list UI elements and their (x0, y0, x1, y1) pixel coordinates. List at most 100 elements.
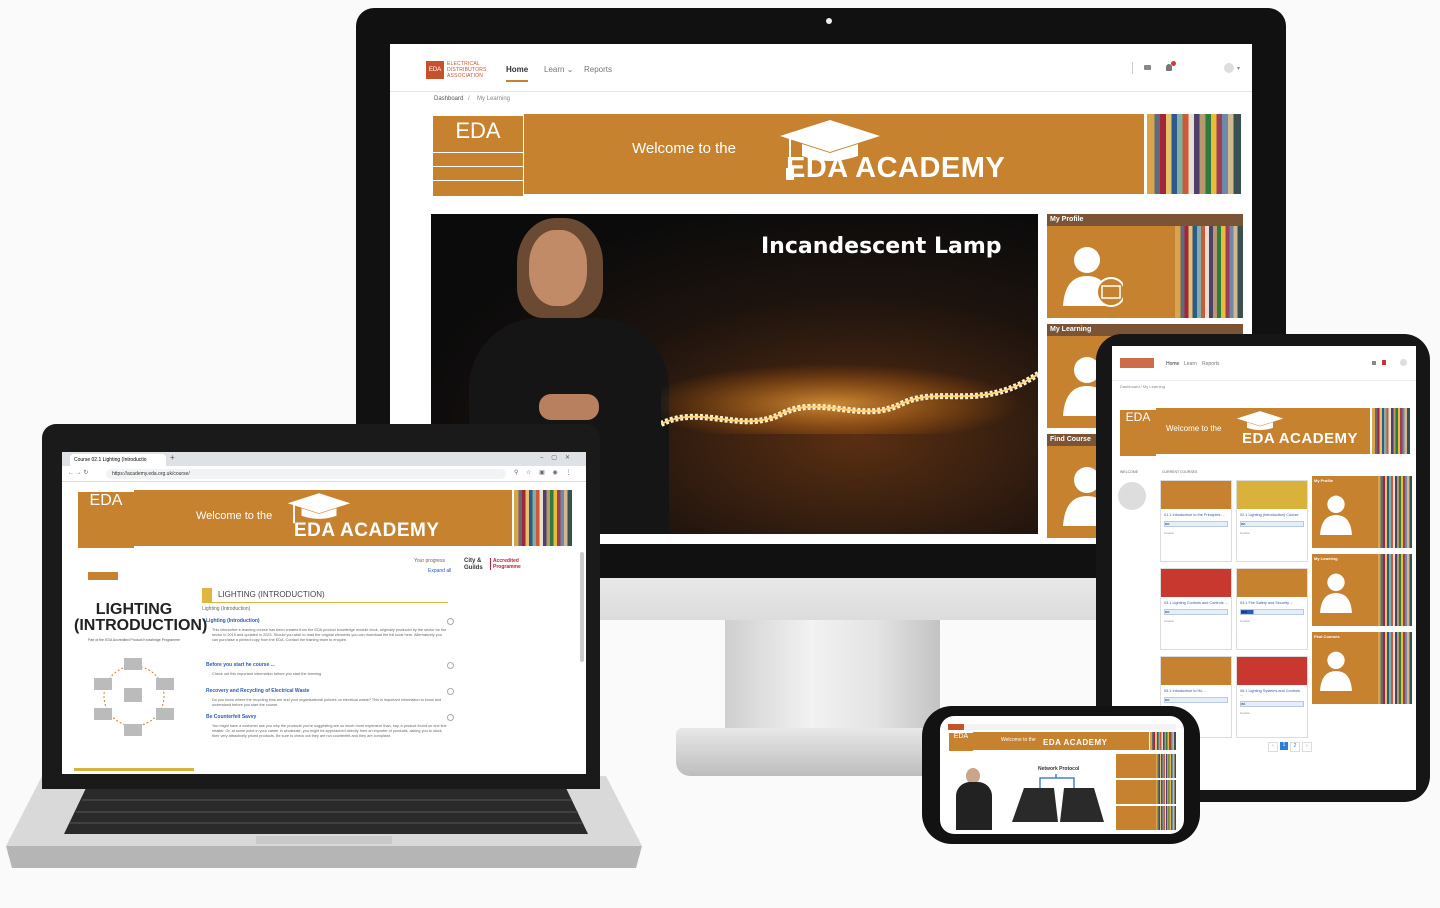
phone-banner-welcome: Welcome to the (1001, 737, 1036, 743)
nav-reports[interactable]: Reports (584, 65, 612, 74)
eda-logo[interactable]: EDA ELECTRICAL DISTRIBUTORS ASSOCIATION (426, 60, 492, 80)
phone-navbar (948, 724, 1176, 730)
profile-card-icon (1320, 495, 1352, 535)
progress-label: Your progress (414, 558, 445, 564)
activity-item[interactable]: Before you start he course ... Check out… (206, 662, 454, 688)
course-thumbnail (1237, 569, 1307, 597)
activity-item[interactable]: Be Counterfeit Savvy You might have a cu… (206, 714, 454, 754)
phone-tile[interactable] (1116, 806, 1176, 830)
notifications-icon[interactable] (1166, 61, 1176, 71)
tablet-navbar: Home Learn Reports (1112, 346, 1416, 381)
pagination-page[interactable]: 1 (1280, 742, 1288, 750)
tablet-breadcrumb: Dashboard / My Learning (1120, 384, 1165, 389)
activity-item[interactable]: Recovery and Recycling of Electrical Was… (206, 688, 454, 714)
lamp-filament-image (661, 364, 1038, 434)
tile-my-profile[interactable]: My Profile (1047, 214, 1243, 318)
page-scrollbar[interactable] (580, 552, 584, 662)
address-bar[interactable]: https://academy.eda.org.uk/course/ (106, 469, 506, 479)
window-controls-icon[interactable]: –▢✕ (540, 454, 578, 461)
tablet-tile-my-profile[interactable]: My Profile (1312, 476, 1412, 548)
new-tab-icon[interactable]: + (170, 453, 175, 462)
city-guilds-logo: City & Guilds (464, 558, 483, 571)
monitor-stand-neck (725, 618, 940, 736)
laptop-banner-eda-box: EDA (76, 490, 136, 550)
nav-home[interactable]: Home (506, 65, 529, 82)
phone-eda-logo[interactable] (948, 724, 964, 730)
completion-checkbox-icon[interactable] (447, 618, 454, 625)
course-page: Your progress Expand all City & Guilds A… (62, 552, 586, 774)
pagination-prev[interactable]: ‹ (1268, 742, 1278, 752)
laptop-banner-main: Welcome to the EDA ACADEMY (134, 490, 512, 546)
tablet-user-avatar-icon[interactable] (1400, 359, 1407, 366)
expand-all-link[interactable]: Expand all (428, 568, 451, 574)
tablet-tile-my-learning[interactable]: My Learning (1312, 554, 1412, 626)
course-book-cover: LIGHTING (INTRODUCTION) Part of the EDA A… (74, 572, 208, 772)
nav-learn[interactable]: Learn ⌄ (544, 65, 573, 74)
phone-tile[interactable] (1116, 754, 1176, 778)
browser-toolbar: ← → ↻ https://academy.eda.org.uk/course/… (62, 466, 586, 482)
book-title: LIGHTING (INTRODUCTION) (74, 601, 208, 634)
phone-banner-eda-box: EDA (948, 732, 974, 752)
accredited-programme-badge: Accredited Programme (490, 558, 529, 570)
laptop-screen: Course 02.1 Lighting (Introductio + –▢✕ … (62, 452, 586, 774)
banner-main: Welcome to the EDA ACADEMY (524, 114, 1144, 194)
activity-item[interactable]: Lighting (Introduction) This interactive… (206, 618, 454, 662)
section-marker (202, 588, 212, 602)
tablet-nav-reports[interactable]: Reports (1202, 361, 1220, 367)
breadcrumb-dashboard[interactable]: Dashboard (434, 96, 463, 102)
course-card[interactable]: 06.1 Lighting Systems and Controls ... 0… (1236, 656, 1308, 738)
messages-icon[interactable] (1144, 65, 1151, 70)
phone-video-title: Network Protocol (1038, 766, 1080, 772)
tile-my-profile-label: My Profile (1047, 214, 1243, 226)
tablet-notifications-icon[interactable] (1382, 360, 1386, 365)
logo-text: ELECTRICAL DISTRIBUTORS ASSOCIATION (447, 61, 487, 79)
phone-tile[interactable] (1116, 780, 1176, 804)
tablet-nav-learn[interactable]: Learn (1184, 361, 1197, 367)
phone-banner-academy: EDA ACADEMY (1043, 738, 1108, 747)
pagination-next[interactable]: › (1302, 742, 1312, 752)
activity-list: Lighting (Introduction) This interactive… (206, 618, 454, 754)
completion-checkbox-icon[interactable] (447, 714, 454, 721)
tablet-current-courses-heading: CURRENT COURSES (1162, 470, 1198, 474)
back-forward-reload-icon[interactable]: ← → ↻ (68, 469, 88, 476)
laptop-banner-welcome: Welcome to the (196, 510, 273, 522)
presenter-head (529, 230, 587, 306)
academy-banner: EDA Welcome to the EDA ACADEMY (431, 114, 1241, 198)
browser-extension-icons[interactable]: ⚲ ☆ ▣ ◉ ⋮ (514, 469, 574, 476)
laptop-academy-banner: EDA Welcome to the EDA ACADEMY (76, 490, 572, 550)
course-thumbnail (1161, 569, 1231, 597)
completion-checkbox-icon[interactable] (447, 662, 454, 669)
user-avatar-icon[interactable] (1224, 63, 1234, 73)
banner-eda-box: EDA (431, 114, 525, 198)
phone-screen: EDA Welcome to the EDA ACADEMY Network P… (940, 716, 1184, 834)
course-card[interactable]: 02.1 Lighting (Introduction) Course 0% C… (1236, 480, 1308, 562)
course-progress-bar: 0% (1164, 609, 1228, 615)
tablet-nav-home[interactable]: Home (1166, 361, 1179, 367)
tablet-welcome-heading: WELCOME (1120, 470, 1139, 474)
laptop-banner-stripes (514, 490, 572, 546)
phone-video-player[interactable]: Network Protocol (948, 754, 1114, 830)
completion-checkbox-icon[interactable] (447, 688, 454, 695)
course-card[interactable]: 03.1 Lighting Controls and Controls ... … (1160, 568, 1232, 650)
tablet-academy-banner: EDA Welcome to the EDA ACADEMY (1118, 408, 1410, 458)
tablet-tile-find-courses[interactable]: Find Courses (1312, 632, 1412, 704)
course-card[interactable]: 04.1 Fire Safety and Security ... 20% Co… (1236, 568, 1308, 650)
tablet-messages-icon[interactable] (1372, 361, 1376, 365)
banner-academy: EDA ACADEMY (786, 152, 1006, 184)
course-progress-bar: 0% (1240, 701, 1304, 707)
browser-tab-strip: Course 02.1 Lighting (Introductio + –▢✕ (62, 452, 586, 466)
network-diagram-image (1012, 774, 1104, 822)
tablet-banner-academy: EDA ACADEMY (1242, 430, 1359, 447)
browser-tab[interactable]: Course 02.1 Lighting (Introductio (70, 454, 166, 466)
user-menu-chevron-icon[interactable]: ▾ (1237, 65, 1240, 72)
webcam-icon (826, 18, 832, 24)
banner-stripes (1147, 114, 1241, 194)
pagination-page[interactable]: 2 (1290, 742, 1300, 752)
presenter-hands (539, 394, 599, 420)
course-thumbnail (1237, 657, 1307, 685)
tablet-eda-logo[interactable] (1120, 358, 1154, 368)
lighting-products-illustration (94, 658, 174, 736)
section-title[interactable]: LIGHTING (INTRODUCTION) (218, 590, 325, 599)
course-thumbnail (1161, 657, 1231, 685)
course-card[interactable]: 01.1 Introduction to the Principles ... … (1160, 480, 1232, 562)
